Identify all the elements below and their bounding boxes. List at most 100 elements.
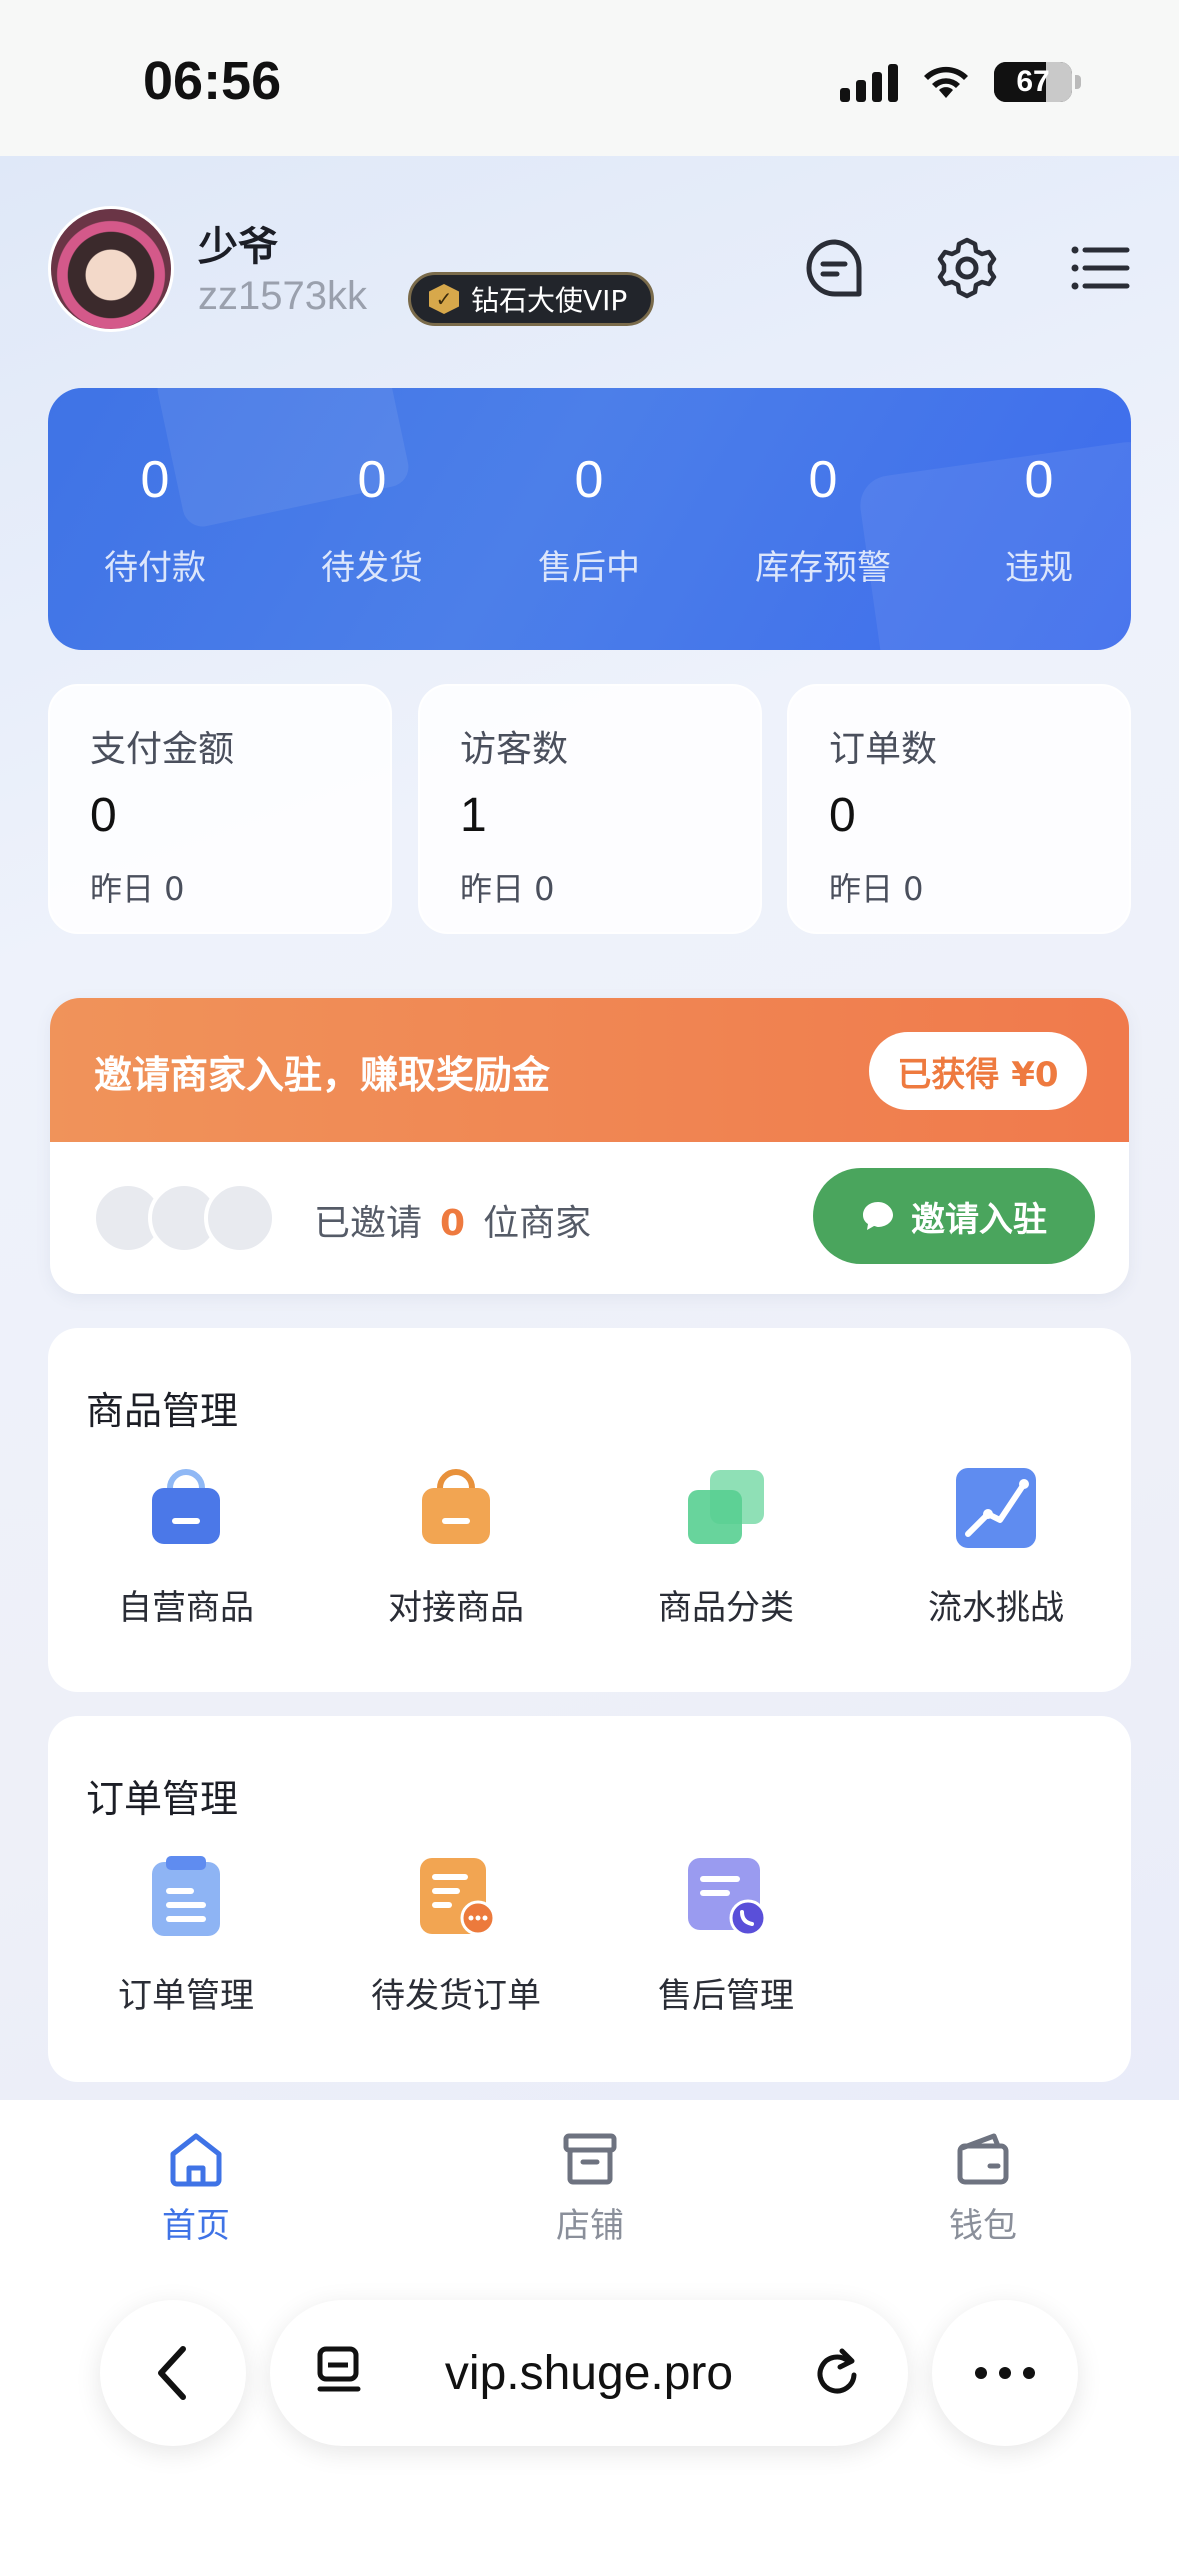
- metric-label: 访客数: [460, 729, 569, 770]
- avatar[interactable]: [48, 206, 174, 332]
- chevron-left-icon: [158, 2346, 186, 2400]
- invite-button-label: 邀请入驻: [911, 1199, 1047, 1240]
- vip-label: 钻石大使VIP: [471, 284, 628, 317]
- stat-violation[interactable]: 0 违规: [939, 450, 1131, 589]
- metric-value: 0: [90, 789, 117, 842]
- stat-value: 0: [574, 451, 604, 509]
- after-sales-icon: [688, 1858, 767, 1937]
- bottom-tab-bar: 首页 店铺 钱包: [0, 2100, 1179, 2300]
- wifi-icon: [924, 66, 968, 98]
- tab-label: 首页: [162, 2206, 230, 2246]
- stat-label: 待发货: [321, 548, 423, 588]
- grid-item-label: 自营商品: [118, 1588, 254, 1628]
- invited-prefix: 已邀请: [314, 1203, 423, 1244]
- gear-icon[interactable]: [935, 236, 999, 300]
- stat-label: 售后中: [538, 548, 640, 588]
- invited-avatars: [92, 1182, 292, 1256]
- tab-label: 钱包: [949, 2206, 1017, 2246]
- grid-item-label: 售后管理: [658, 1976, 794, 2016]
- message-icon[interactable]: [803, 236, 867, 300]
- grid-item-self-products[interactable]: 自营商品: [51, 1466, 321, 1629]
- stat-pending-shipment[interactable]: 0 待发货: [272, 450, 472, 589]
- shopping-bag-blue-icon: [152, 1469, 220, 1544]
- status-icons: 67: [840, 62, 1081, 102]
- signal-icon: [840, 62, 898, 102]
- invited-count: 0: [440, 1203, 466, 1244]
- browser-toolbar: vip.shuge.pro: [0, 2300, 1179, 2556]
- grid-item-after-sales[interactable]: 售后管理: [591, 1854, 861, 2017]
- home-page: 少爷 zz1573kk ✓ 钻石大使VIP 0 待付款 0 待发货 0 售后中 …: [0, 156, 1179, 2100]
- stat-value: 0: [140, 451, 170, 509]
- invited-count-text: 已邀请 0 位商家: [314, 1194, 591, 1246]
- grid-item-label: 订单管理: [118, 1976, 254, 2016]
- grid-item-order-management[interactable]: 订单管理: [51, 1854, 321, 2017]
- reload-icon[interactable]: [812, 2345, 864, 2401]
- vip-badge[interactable]: ✓ 钻石大使VIP: [408, 272, 655, 326]
- grid-item-sales-challenge[interactable]: 流水挑战: [861, 1466, 1131, 1629]
- user-id: zz1573kk: [198, 274, 367, 318]
- grid-item-product-categories[interactable]: 商品分类: [591, 1466, 861, 1629]
- metric-visitors[interactable]: 访客数 1 昨日 0: [418, 684, 762, 934]
- back-button[interactable]: [100, 2300, 246, 2446]
- stat-pending-payment[interactable]: 0 待付款: [55, 450, 255, 589]
- status-bar: 06:56 67: [0, 0, 1179, 156]
- trend-line-icon: [956, 1468, 1036, 1548]
- earned-reward-button[interactable]: 已获得 ¥0: [869, 1032, 1087, 1110]
- stat-stock-warning[interactable]: 0 库存预警: [723, 450, 923, 589]
- stat-label: 违规: [1005, 548, 1073, 588]
- tab-store[interactable]: 店铺: [490, 2130, 690, 2247]
- invite-merchant-card: 邀请商家入驻，赚取奖励金 已获得 ¥0 已邀请 0 位商家 邀请入驻: [50, 998, 1129, 1294]
- grid-item-linked-products[interactable]: 对接商品: [321, 1466, 591, 1629]
- more-button[interactable]: [932, 2300, 1078, 2446]
- invite-merchant-button[interactable]: 邀请入驻: [813, 1168, 1095, 1264]
- stat-label: 库存预警: [755, 548, 891, 588]
- diamond-badge-icon: ✓: [429, 284, 459, 314]
- grid-item-label: 流水挑战: [928, 1588, 1064, 1628]
- invite-header: 邀请商家入驻，赚取奖励金 已获得 ¥0: [50, 998, 1129, 1142]
- metric-payment-amount[interactable]: 支付金额 0 昨日 0: [48, 684, 392, 934]
- battery-level: 67: [1016, 65, 1050, 98]
- metric-value: 1: [460, 789, 487, 842]
- stat-value: 0: [357, 451, 387, 509]
- address-bar[interactable]: vip.shuge.pro: [270, 2300, 908, 2446]
- stat-after-sales[interactable]: 0 售后中: [489, 450, 689, 589]
- tab-wallet[interactable]: 钱包: [883, 2130, 1083, 2247]
- product-management-section: 商品管理 自营商品 对接商品 商品分类 流水挑战: [48, 1328, 1131, 1692]
- battery-icon: 67: [994, 62, 1081, 102]
- clipboard-icon: [152, 1856, 220, 1936]
- stat-label: 待付款: [104, 548, 206, 588]
- metric-label: 订单数: [829, 729, 938, 770]
- url-text: vip.shuge.pro: [444, 2346, 734, 2400]
- store-icon: [563, 2133, 617, 2185]
- metric-yesterday: 昨日 0: [90, 870, 185, 908]
- grid-item-label: 商品分类: [658, 1588, 794, 1628]
- invited-suffix: 位商家: [483, 1203, 592, 1244]
- more-dots-icon: [975, 2367, 1035, 2379]
- order-status-card: 0 待付款 0 待发货 0 售后中 0 库存预警 0 违规: [48, 388, 1131, 650]
- header-actions: [803, 236, 1131, 300]
- section-title: 商品管理: [86, 1389, 239, 1433]
- category-squares-icon: [688, 1470, 764, 1544]
- metric-orders[interactable]: 订单数 0 昨日 0: [787, 684, 1131, 934]
- stat-value: 0: [1024, 451, 1054, 509]
- metric-value: 0: [829, 789, 856, 842]
- grid-item-pending-shipment-orders[interactable]: 待发货订单: [321, 1854, 591, 2017]
- profile-header: 少爷 zz1573kk ✓ 钻石大使VIP: [48, 206, 1131, 336]
- tab-label: 店铺: [556, 2206, 624, 2246]
- user-name: 少爷: [198, 224, 278, 270]
- tab-home[interactable]: 首页: [96, 2130, 296, 2247]
- metric-label: 支付金额: [90, 729, 235, 770]
- metric-yesterday: 昨日 0: [829, 870, 924, 908]
- order-management-section: 订单管理 订单管理 待发货订单 售后管理: [48, 1716, 1131, 2082]
- status-time: 06:56: [143, 51, 282, 111]
- home-icon: [170, 2133, 222, 2187]
- section-title: 订单管理: [86, 1777, 239, 1821]
- menu-list-icon[interactable]: [1067, 236, 1131, 300]
- page-menu-icon[interactable]: [314, 2345, 366, 2401]
- chat-bubble-icon: [863, 1202, 893, 1230]
- stat-value: 0: [808, 451, 838, 509]
- metric-yesterday: 昨日 0: [460, 870, 555, 908]
- shopping-bag-orange-icon: [422, 1469, 490, 1544]
- grid-item-label: 待发货订单: [371, 1976, 541, 2016]
- invite-title: 邀请商家入驻，赚取奖励金: [94, 1053, 551, 1097]
